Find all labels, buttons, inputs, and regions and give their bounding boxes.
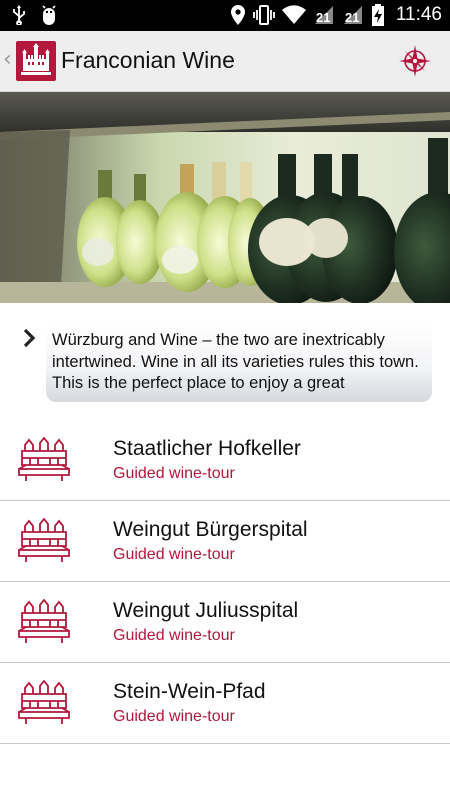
intro-text-box: Würzburg and Wine – the two are inextric… — [46, 324, 432, 402]
hero-image — [0, 92, 450, 303]
app-title: Franconian Wine — [61, 47, 235, 73]
list-item[interactable]: Stein-Wein-Pfad Guided wine-tour — [0, 663, 450, 744]
svg-text:21: 21 — [316, 10, 330, 25]
svg-text:21: 21 — [345, 10, 359, 25]
venue-subtitle: Guided wine-tour — [113, 465, 235, 482]
signal-icon: 21 — [343, 6, 362, 25]
castle-icon — [18, 518, 70, 562]
castle-icon — [18, 680, 70, 724]
vibrate-icon — [252, 5, 275, 25]
wifi-icon — [281, 5, 306, 25]
venue-subtitle: Guided wine-tour — [113, 627, 235, 644]
compass-icon[interactable] — [398, 44, 432, 78]
back-chevron-icon[interactable]: ‹ — [3, 49, 12, 71]
venue-name: Weingut Bürgerspital — [113, 518, 308, 541]
venue-name: Weingut Juliusspital — [113, 599, 299, 622]
status-bar: 21 21 11:46 — [0, 0, 450, 31]
venue-name: Staatlicher Hofkeller — [113, 437, 301, 460]
venue-name: Stein-Wein-Pfad — [113, 680, 266, 703]
castle-icon — [18, 599, 70, 643]
intro-section[interactable]: Würzburg and Wine – the two are inextric… — [0, 320, 450, 402]
fortress-logo-icon[interactable] — [16, 41, 56, 81]
app-bar: ‹ Franconian Wine — [0, 31, 450, 92]
battery-charging-icon — [371, 4, 384, 26]
status-clock: 11:46 — [395, 4, 442, 25]
list-item[interactable]: Weingut Bürgerspital Guided wine-tour — [0, 501, 450, 582]
android-debug-icon — [42, 5, 56, 25]
signal-icon: 21 — [314, 6, 333, 25]
venue-subtitle: Guided wine-tour — [113, 546, 235, 563]
location-icon — [230, 5, 245, 25]
venue-list: Staatlicher Hofkeller Guided wine-tour W… — [0, 420, 450, 744]
chevron-right-icon[interactable] — [22, 328, 36, 348]
list-item[interactable]: Staatlicher Hofkeller Guided wine-tour — [0, 420, 450, 501]
intro-text: Würzburg and Wine – the two are inextric… — [52, 331, 419, 392]
castle-icon — [18, 437, 70, 481]
usb-icon — [13, 5, 25, 25]
list-item[interactable]: Weingut Juliusspital Guided wine-tour — [0, 582, 450, 663]
venue-subtitle: Guided wine-tour — [113, 708, 235, 725]
